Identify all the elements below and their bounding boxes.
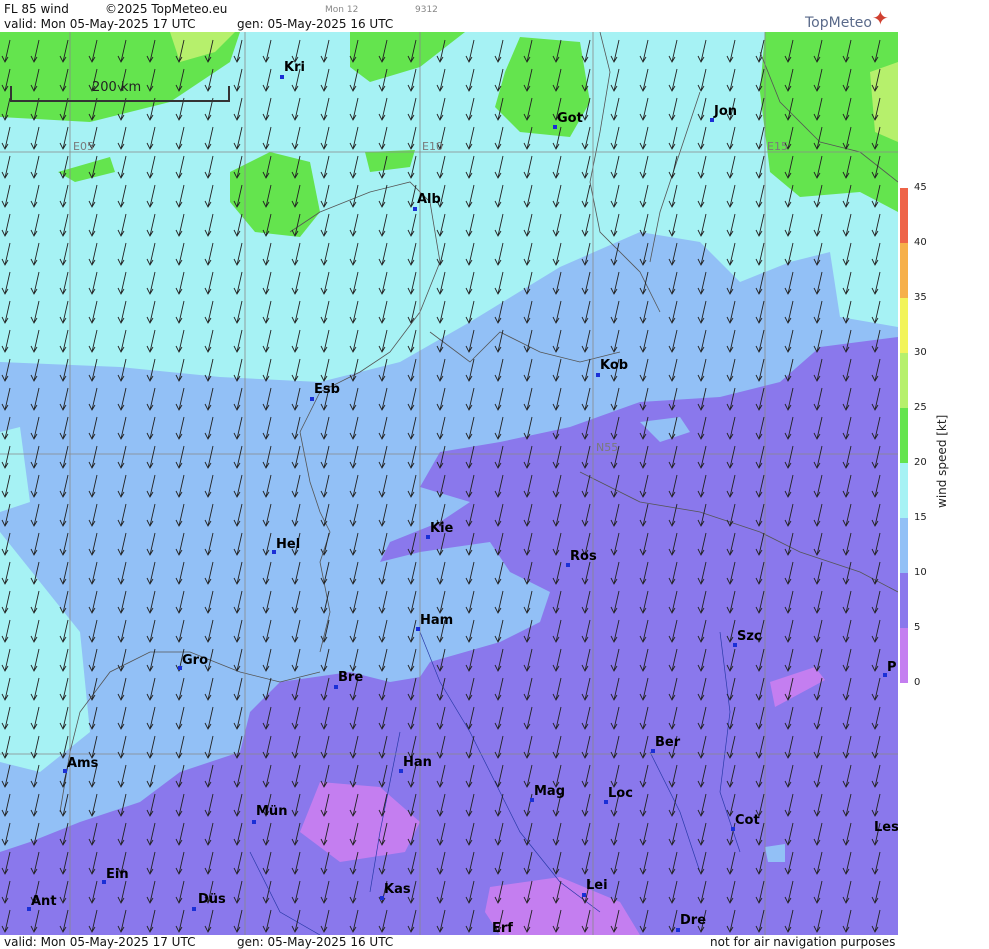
city-marker — [596, 373, 600, 377]
city-marker — [582, 893, 586, 897]
legend-bar-30-35 — [900, 298, 908, 353]
city-ros[interactable]: Ros — [570, 549, 597, 564]
city-marker — [334, 685, 338, 689]
city-ams[interactable]: Ams — [67, 756, 98, 771]
legend-bar-0-5 — [900, 628, 908, 683]
legend-bar-40-45 — [900, 188, 908, 243]
city-les[interactable]: Les — [874, 820, 898, 835]
city-hel[interactable]: Hel — [276, 537, 300, 552]
scale-bar: 200 km — [10, 80, 230, 102]
city-ein[interactable]: Ein — [106, 867, 129, 882]
city-marker — [413, 207, 417, 211]
city-lei[interactable]: Lei — [586, 878, 608, 893]
city-alb[interactable]: Alb — [417, 192, 441, 207]
grid-label-e15: E15 — [767, 140, 788, 153]
legend-tick: 10 — [914, 567, 927, 578]
legend-bar-5-10 — [900, 573, 908, 628]
legend-bar-35-40 — [900, 243, 908, 298]
legend-title: wind speed [kt] — [935, 414, 949, 508]
city-dre[interactable]: Dre — [680, 913, 706, 928]
city-ant[interactable]: Ant — [31, 894, 57, 909]
valid-time: valid: Mon 05-May-2025 17 UTC — [4, 17, 196, 31]
city-marker — [252, 820, 256, 824]
city-dus[interactable]: Düs — [198, 892, 226, 907]
legend-tick: 0 — [914, 677, 921, 688]
zone-10-15-dot — [765, 844, 785, 862]
city-got[interactable]: Got — [557, 111, 583, 126]
city-kob[interactable]: Kob — [600, 358, 628, 373]
scale-label: 200 km — [92, 80, 142, 95]
topmeteo-logo: TopMeteo — [805, 15, 872, 31]
city-bre[interactable]: Bre — [338, 670, 363, 685]
legend-bar-20-25 — [900, 408, 908, 463]
city-marker — [280, 75, 284, 79]
city-szc[interactable]: Szc — [737, 629, 762, 644]
legend-tick: 25 — [914, 402, 927, 413]
city-han[interactable]: Han — [403, 755, 432, 770]
legend-bar-10-15 — [900, 518, 908, 573]
footer-valid: valid: Mon 05-May-2025 17 UTC — [4, 935, 196, 949]
footer-gen: gen: 05-May-2025 16 UTC — [237, 935, 394, 949]
compass-star-icon: ✦ — [872, 6, 889, 30]
legend-bar-25-30 — [900, 353, 908, 408]
city-kas[interactable]: Kas — [384, 882, 411, 897]
legend-tick: 20 — [914, 457, 927, 468]
city-cot[interactable]: Cot — [735, 813, 760, 828]
city-marker — [310, 397, 314, 401]
city-erf[interactable]: Erf — [492, 921, 513, 935]
city-marker — [676, 928, 680, 932]
legend-tick: 15 — [914, 512, 927, 523]
city-p[interactable]: P — [887, 660, 897, 675]
city-gro[interactable]: Gro — [182, 653, 208, 668]
city-marker — [192, 907, 196, 911]
city-kie[interactable]: Kie — [430, 521, 453, 536]
legend-tick: 30 — [914, 347, 927, 358]
gen-time: gen: 05-May-2025 16 UTC — [237, 17, 394, 31]
legend-tick: 5 — [914, 622, 921, 633]
city-esb[interactable]: Esb — [314, 382, 340, 397]
footer: valid: Mon 05-May-2025 17 UTC gen: 05-Ma… — [0, 935, 898, 949]
city-loc[interactable]: Loc — [608, 786, 633, 801]
city-jon[interactable]: Jon — [714, 104, 737, 119]
legend-tick: 45 — [914, 182, 927, 193]
legend-tick: 40 — [914, 237, 927, 248]
wind-map[interactable]: 200 km E05 E10 E15 N55 Kri Got Jon Alb E… — [0, 32, 898, 935]
city-kri[interactable]: Kri — [284, 60, 305, 75]
grid-label-n55: N55 — [596, 441, 619, 454]
city-mag[interactable]: Mag — [534, 784, 565, 799]
grid-label-e05: E05 — [73, 140, 94, 153]
run-tag: Mon 12 — [325, 5, 359, 15]
legend-tick: 35 — [914, 292, 927, 303]
grid-label-e10: E10 — [422, 140, 443, 153]
product-title: FL 85 wind — [4, 2, 69, 16]
copyright: ©2025 TopMeteo.eu — [105, 2, 228, 16]
footer-disclaimer: not for air navigation purposes — [710, 935, 896, 949]
city-ber[interactable]: Ber — [655, 735, 680, 750]
wind-map-svg — [0, 32, 898, 935]
city-mun[interactable]: Mün — [256, 804, 287, 819]
legend-bar-15-20 — [900, 463, 908, 518]
city-ham[interactable]: Ham — [420, 613, 453, 628]
code-tag: 9312 — [415, 5, 438, 15]
